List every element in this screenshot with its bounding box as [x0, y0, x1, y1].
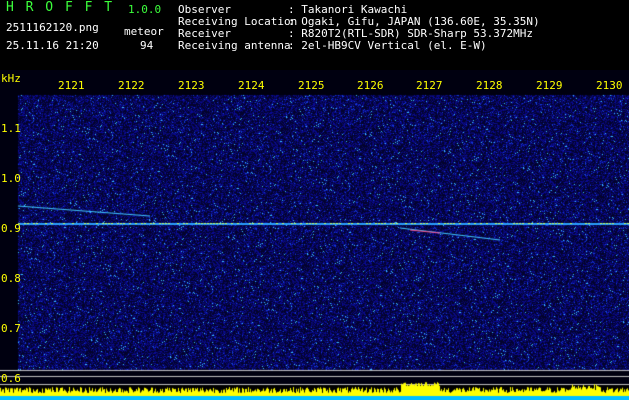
x-tick-label: 2122 — [118, 79, 145, 92]
y-unit-label: kHz — [1, 72, 21, 85]
file-name: 2511162120.png — [6, 21, 99, 34]
y-tick-label: 0.7 — [1, 322, 21, 335]
file-datetime: 25.11.16 21:20 — [6, 39, 99, 52]
app-title: H R O F F T — [6, 0, 115, 15]
y-tick-label: 1.1 — [1, 122, 21, 135]
app-version: 1.0.0 — [128, 3, 162, 16]
y-tick-label: 0.8 — [1, 272, 21, 285]
x-tick-label: 2121 — [58, 79, 85, 92]
x-tick-label: 2130 — [596, 79, 623, 92]
x-tick-label: 2127 — [416, 79, 443, 92]
antenna-label: Receiving antenna — [178, 39, 291, 52]
x-tick-label: 2123 — [178, 79, 205, 92]
spectrogram — [0, 70, 629, 400]
meteor-label: meteor — [124, 25, 164, 38]
y-tick-label: 0.9 — [1, 222, 21, 235]
y-tick-label: 1.0 — [1, 172, 21, 185]
x-tick-label: 2128 — [476, 79, 503, 92]
antenna-value: : 2el-HB9CV Vertical (el. E-W) — [288, 39, 487, 52]
x-tick-label: 2125 — [298, 79, 325, 92]
header-panel: H R O F F T 1.0.0 2511162120.png meteor … — [0, 0, 629, 70]
x-tick-label: 2129 — [536, 79, 563, 92]
y-tick-label: 0.6 — [1, 372, 21, 385]
meteor-count: 94 — [140, 39, 154, 52]
x-tick-label: 2126 — [357, 79, 384, 92]
x-tick-label: 2124 — [238, 79, 265, 92]
